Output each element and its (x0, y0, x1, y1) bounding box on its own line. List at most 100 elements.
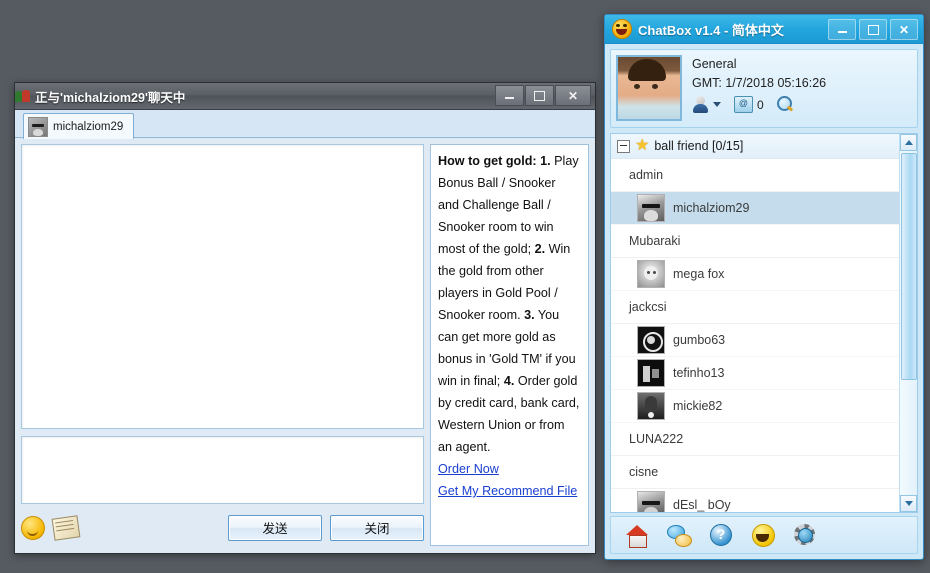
tab-michalziom29[interactable]: michalziom29 (23, 113, 135, 139)
minimize-icon (505, 97, 514, 99)
friend-name: michalziom29 (673, 201, 750, 215)
friend-list-container: ★ ball friend [0/15] admin michalziom29 … (610, 133, 918, 513)
gold-item-1-text: Play Bonus Ball / Snooker and Challenge … (438, 154, 579, 256)
chat-close-button[interactable]: ✕ (555, 85, 591, 106)
mail-count: 0 (757, 97, 764, 112)
home-icon[interactable] (625, 523, 649, 548)
chat-input-area[interactable] (21, 436, 424, 504)
laughing-face-icon (612, 19, 632, 39)
table-row[interactable]: mega fox (611, 258, 900, 291)
section-label: jackcsi (629, 300, 667, 314)
person-status-icon[interactable] (692, 96, 709, 113)
order-now-link[interactable]: Order Now (438, 458, 580, 480)
get-recommend-file-link[interactable]: Get My Recommend File (438, 480, 580, 502)
friend-avatar (637, 326, 665, 354)
section-label: Mubaraki (629, 234, 681, 248)
person-body (693, 104, 708, 113)
list-item[interactable]: Mubaraki (611, 225, 900, 258)
list-item[interactable]: LUNA222 (611, 423, 900, 456)
settings-gear-icon[interactable] (793, 523, 817, 547)
friend-name: mega fox (673, 267, 725, 281)
smiley-icon[interactable] (21, 515, 45, 540)
chatbox-title: ChatBox v1.4 - 简体中文 (638, 22, 784, 38)
friend-name: tefinho13 (673, 366, 725, 380)
chat-window: 正与'michalziom29'聊天中 ✕ michalziom29 发送 关闭… (14, 82, 596, 554)
friend-name: dEsl_ bOy (673, 498, 731, 512)
chat-window-title: 正与'michalziom29'聊天中 (35, 90, 186, 105)
friend-group-label: ball friend [0/15] (654, 139, 744, 153)
chatbox-close-button[interactable]: ✕ (890, 19, 918, 40)
list-item[interactable]: jackcsi (611, 291, 900, 324)
table-row[interactable]: michalziom29 (611, 192, 900, 225)
tab-avatar-icon (28, 116, 48, 137)
gold-heading: How to get gold: (438, 154, 537, 168)
chatbox-window: ChatBox v1.4 - 简体中文 ✕ General GMT: 1/7/2… (604, 14, 924, 560)
table-row[interactable]: mickie82 (611, 390, 900, 423)
collapse-box-icon[interactable] (617, 139, 630, 153)
tab-label: michalziom29 (53, 120, 124, 133)
friend-group-header[interactable]: ★ ball friend [0/15] (611, 134, 900, 159)
gold-item-2-num: 2. (534, 242, 546, 256)
chatbox-titlebar[interactable]: ChatBox v1.4 - 简体中文 ✕ (605, 15, 923, 44)
chevron-down-icon (904, 501, 913, 506)
gold-info-panel: How to get gold: 1. Play Bonus Ball / Sn… (430, 144, 589, 546)
maximize-icon (534, 90, 545, 101)
section-label: cisne (629, 465, 659, 479)
friend-name: mickie82 (673, 399, 723, 413)
chatbox-maximize-button[interactable] (859, 19, 887, 40)
chat-window-controls: ✕ (495, 85, 591, 106)
close-chat-button[interactable]: 关闭 (330, 514, 424, 541)
close-icon: ✕ (898, 22, 910, 37)
chatbox-bottom-toolbar (610, 516, 918, 554)
notepad-icon[interactable] (51, 515, 81, 541)
scrollbar-thumb[interactable] (901, 153, 917, 380)
gold-item-1-num: 1. (540, 154, 551, 168)
search-magnifier-icon[interactable] (776, 96, 794, 113)
chat-maximize-button[interactable] (525, 85, 554, 106)
scroll-up-button[interactable] (900, 134, 917, 151)
friend-avatar (637, 194, 665, 222)
send-button[interactable]: 发送 (228, 514, 322, 541)
gold-item-3-num: 3. (524, 308, 535, 322)
chat-left-column: 发送 关闭 (21, 144, 424, 546)
chevron-down-icon[interactable] (713, 102, 721, 107)
smiley-icon[interactable] (751, 523, 775, 547)
chat-message-log[interactable] (21, 144, 424, 430)
chatbox-minimize-button[interactable] (828, 19, 856, 40)
gold-item-4-num: 4. (503, 374, 515, 388)
friend-list: ★ ball friend [0/15] admin michalziom29 … (611, 134, 900, 512)
chevron-up-icon (904, 140, 913, 145)
list-item[interactable]: cisne (611, 456, 900, 489)
section-label: LUNA222 (629, 432, 684, 446)
chat-window-body: 发送 关闭 How to get gold: 1. Play Bonus Bal… (15, 138, 595, 552)
chatbox-window-controls: ✕ (828, 19, 918, 40)
friend-avatar (637, 392, 665, 420)
two-people-icon (15, 88, 31, 104)
maximize-icon (867, 24, 879, 35)
star-icon: ★ (635, 137, 650, 154)
close-icon: ✕ (567, 88, 579, 103)
list-item[interactable]: admin (611, 159, 900, 192)
profile-name: General (692, 57, 737, 71)
table-row[interactable]: gumbo63 (611, 324, 900, 357)
table-row[interactable]: tefinho13 (611, 357, 900, 390)
chat-minimize-button[interactable] (495, 85, 524, 106)
profile-icon-row: 0 (692, 96, 912, 113)
chat-tab-bar: michalziom29 (15, 110, 595, 139)
help-question-icon[interactable] (709, 523, 733, 547)
avatar[interactable] (616, 55, 682, 121)
minimize-icon (837, 31, 847, 33)
mailbox-icon[interactable] (734, 96, 753, 113)
chat-window-titlebar[interactable]: 正与'michalziom29'聊天中 ✕ (15, 83, 595, 110)
table-row[interactable]: dEsl_ bOy (611, 489, 900, 512)
desktop-background: 正与'michalziom29'聊天中 ✕ michalziom29 发送 关闭… (0, 0, 930, 573)
friend-avatar (637, 491, 665, 512)
friend-avatar (637, 260, 665, 288)
chat-bubbles-icon[interactable] (667, 523, 692, 547)
friend-name: gumbo63 (673, 333, 726, 347)
section-label: admin (629, 168, 664, 182)
friend-list-scrollbar[interactable] (899, 134, 917, 512)
profile-info: General GMT: 1/7/2018 05:16:26 0 (692, 55, 912, 122)
scroll-down-button[interactable] (900, 495, 917, 512)
gold-links: Order Now Get My Recommend File (438, 458, 580, 502)
